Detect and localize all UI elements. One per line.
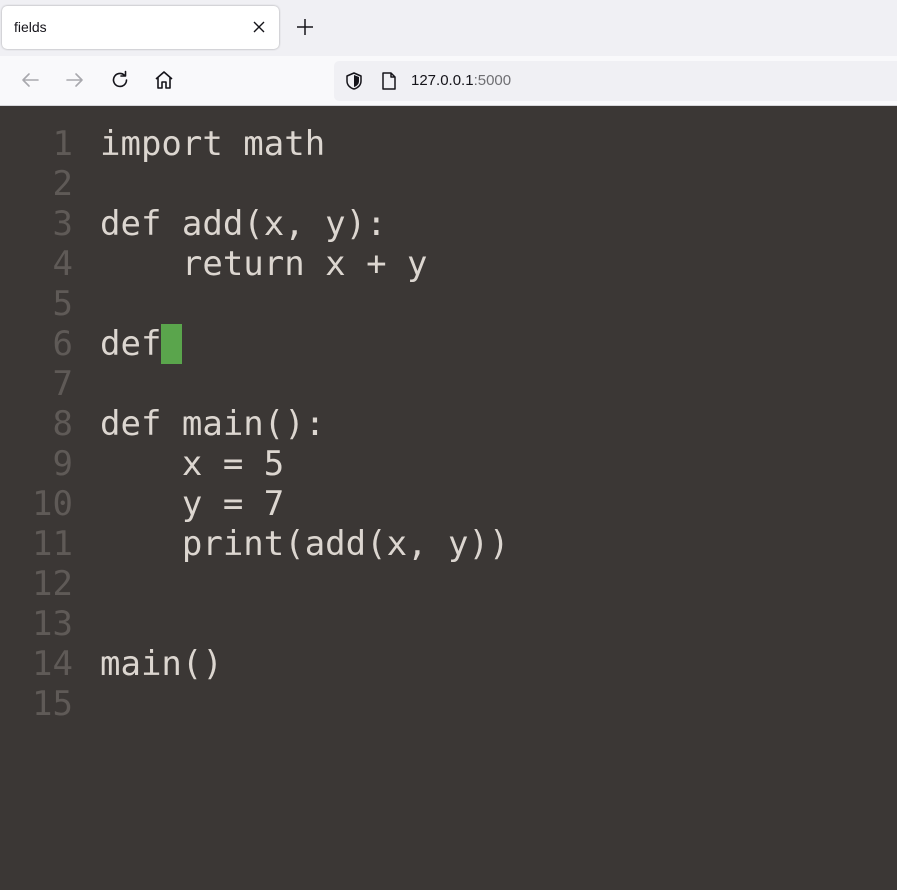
tab-strip: fields [0, 0, 897, 56]
page-icon[interactable] [380, 71, 398, 91]
url-text: 127.0.0.1:5000 [411, 72, 511, 89]
code-line: 2 [0, 156, 897, 204]
reload-icon[interactable] [109, 69, 131, 91]
code-line: 7 [0, 356, 897, 404]
code-line: 15 [0, 676, 897, 724]
code-line: 13 [0, 596, 897, 644]
code-line: 5 [0, 276, 897, 324]
home-icon[interactable] [153, 69, 175, 91]
url-host: 127.0.0.1 [411, 72, 474, 89]
code-line: 4 return x + y [0, 236, 897, 284]
browser-tab[interactable]: fields [2, 6, 279, 49]
navigation-bar: 127.0.0.1:5000 [0, 56, 897, 106]
code-editor[interactable]: 1 import math 2 3 def add(x, y): 4 retur… [0, 106, 897, 890]
code-line: 12 [0, 556, 897, 604]
shield-icon[interactable] [344, 71, 364, 91]
address-bar[interactable]: 127.0.0.1:5000 [334, 61, 897, 101]
close-icon[interactable] [251, 19, 267, 35]
code-line: 1 import math [0, 116, 897, 164]
code-line: 14 main() [0, 636, 897, 684]
code-line: 10 y = 7 [0, 476, 897, 524]
arrow-right-icon[interactable] [64, 69, 86, 91]
code-line: 9 x = 5 [0, 436, 897, 484]
url-port: :5000 [473, 72, 512, 89]
plus-icon[interactable] [295, 17, 315, 37]
code-line-active: 6 def [0, 316, 897, 364]
tab-title: fields [14, 19, 47, 35]
arrow-left-icon[interactable] [19, 69, 41, 91]
code-line: 8 def main(): [0, 396, 897, 444]
line-number: 15 [32, 684, 73, 724]
code-line: 11 print(add(x, y)) [0, 516, 897, 564]
code-line: 3 def add(x, y): [0, 196, 897, 244]
